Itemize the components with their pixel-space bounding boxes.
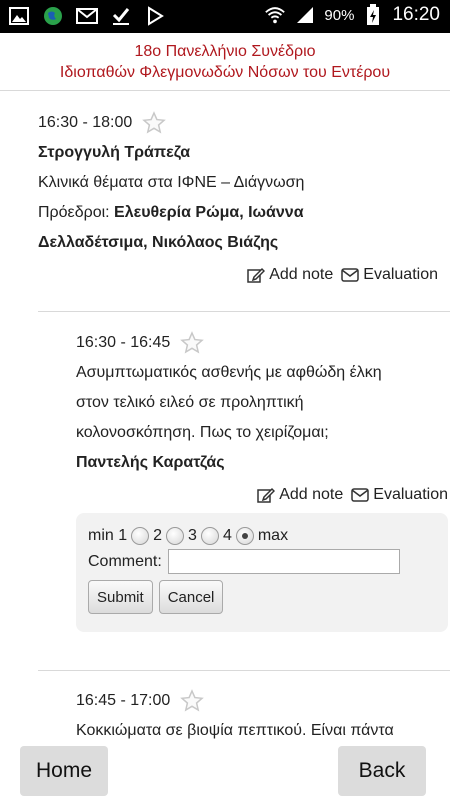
comment-input[interactable]: [167, 549, 400, 574]
back-button[interactable]: Back: [338, 746, 426, 796]
talk-time: 16:45 - 17:00: [76, 692, 171, 709]
globe-icon: [42, 5, 64, 27]
talk-title-line1: Ασυμπτωματικός ασθενής με αφθώδη έλκη: [76, 364, 382, 381]
conference-title: 18ο Πανελλήνιο Συνέδριο: [134, 43, 316, 60]
talk-title-line1: Κοκκιώματα σε βιοψία πεπτικού. Είναι πάν…: [76, 722, 394, 739]
add-note-label: Add note: [269, 266, 334, 283]
evaluation-button[interactable]: Evaluation: [351, 480, 448, 510]
signal-icon: [294, 4, 316, 26]
talk-item: 16:45 - 17:00 Κοκκιώματα σε βιοψία πεπτι…: [76, 686, 450, 740]
play-store-icon: [144, 5, 166, 27]
session-title: Κλινικά θέματα στα ΙΦΝΕ – Διάγνωση: [38, 174, 305, 191]
evaluation-form: min 1 2 3 4 max Comment: Submit Cancel: [76, 513, 448, 632]
rating-min-label: min 1: [88, 527, 128, 544]
download-done-icon: [110, 5, 132, 27]
session-item: 16:30 - 18:00 Στρογγυλή Τράπεζα Κλινικά …: [38, 108, 438, 290]
chairs-label: Πρόεδροι:: [38, 204, 115, 221]
evaluation-label: Evaluation: [363, 266, 438, 283]
session-type: Στρογγυλή Τράπεζα: [38, 144, 191, 161]
gallery-icon: [8, 5, 30, 27]
rating-radio-3[interactable]: [200, 527, 219, 545]
session-actions: Add note Evaluation: [38, 260, 438, 290]
clock: 16:20: [392, 4, 440, 25]
form-buttons: Submit Cancel: [88, 580, 436, 614]
talk-item: 16:30 - 16:45 Ασυμπτωματικός ασθενής με …: [76, 328, 448, 510]
comment-label: Comment:: [88, 552, 162, 570]
battery-icon: [362, 4, 384, 26]
talk-title-line2: στον τελικό ειλεό σε προληπτική: [76, 394, 304, 411]
status-bar: 90% 16:20: [0, 0, 450, 33]
edit-note-icon: [247, 267, 266, 283]
rating-max-label: max: [257, 527, 289, 544]
session-divider: [38, 311, 450, 312]
session-time: 16:30 - 18:00: [38, 114, 133, 131]
talk-divider: [38, 670, 450, 671]
wifi-icon: [264, 4, 286, 26]
add-note-button[interactable]: Add note: [257, 480, 343, 510]
rating-radio-4[interactable]: [235, 527, 254, 545]
top-divider: [0, 90, 450, 91]
rating-label-3: 3: [188, 527, 197, 544]
conference-header: 18ο Πανελλήνιο Συνέδριο Ιδιοπαθών Φλεγμο…: [0, 33, 450, 90]
chairs-names-1: Ελευθερία Ρώμα, Ιωάννα: [114, 204, 304, 221]
edit-note-icon: [257, 487, 276, 503]
mail-icon: [76, 5, 98, 27]
conference-subtitle: Ιδιοπαθών Φλεγμονωδών Νόσων του Εντέρου: [59, 64, 391, 81]
rating-radio-2[interactable]: [166, 527, 185, 545]
envelope-icon: [351, 488, 370, 502]
rating-label-2: 2: [153, 527, 163, 544]
talk-time: 16:30 - 16:45: [76, 334, 171, 351]
talk-speaker: Παντελής Καρατζάς: [76, 454, 225, 471]
rating-group: min 1 2 3 4 max: [88, 527, 436, 545]
favorite-star-icon[interactable]: [142, 111, 167, 135]
envelope-icon: [341, 268, 360, 282]
talk-title-line3: κολονοσκόπηση. Πως το χειρίζομαι;: [76, 424, 329, 441]
add-note-label: Add note: [279, 486, 344, 503]
chairs-names-2: Δελλαδέτσιμα, Νικόλαος Βιάζης: [38, 234, 279, 251]
evaluation-label: Evaluation: [373, 486, 448, 503]
program-list[interactable]: 16:30 - 18:00 Στρογγυλή Τράπεζα Κλινικά …: [0, 90, 450, 740]
favorite-star-icon[interactable]: [180, 331, 205, 355]
submit-button[interactable]: Submit: [88, 580, 153, 614]
home-button[interactable]: Home: [20, 746, 108, 796]
cancel-button[interactable]: Cancel: [158, 580, 224, 614]
favorite-star-icon[interactable]: [180, 689, 205, 713]
session-chairs: Πρόεδροι: Ελευθερία Ρώμα, Ιωάννα: [38, 198, 438, 228]
comment-row: Comment:: [88, 549, 436, 574]
footer-nav: Home Back: [0, 740, 450, 800]
rating-label-4: 4: [222, 527, 232, 544]
rating-radio-1[interactable]: [131, 527, 150, 545]
evaluation-button[interactable]: Evaluation: [341, 260, 438, 290]
talk-actions: Add note Evaluation: [76, 480, 448, 510]
add-note-button[interactable]: Add note: [247, 260, 333, 290]
battery-percent: 90%: [324, 6, 355, 24]
